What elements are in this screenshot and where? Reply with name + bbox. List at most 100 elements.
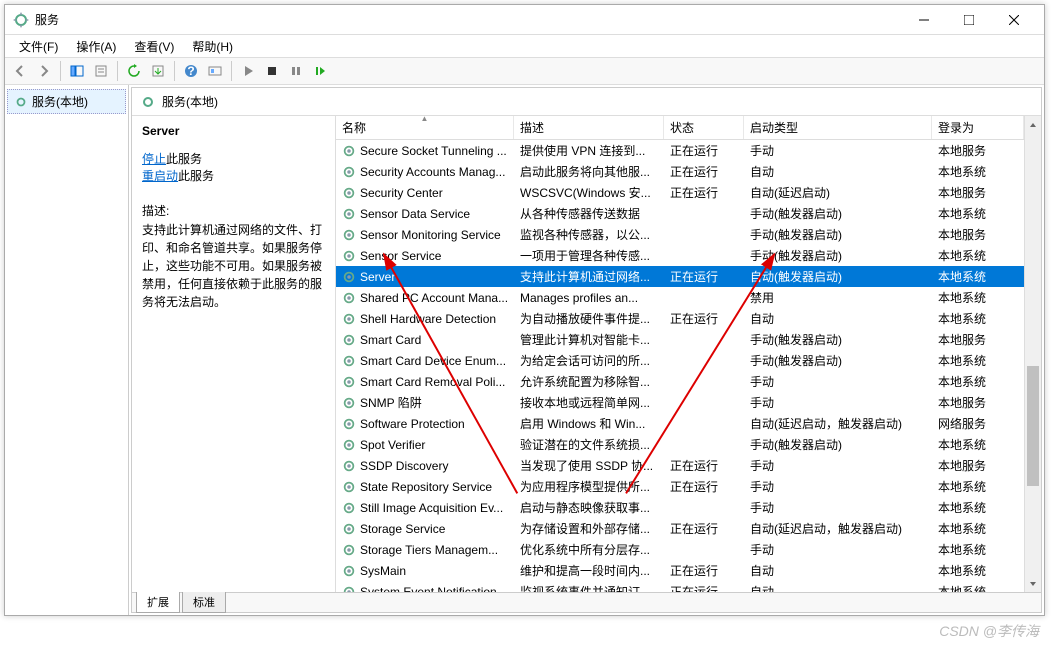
service-row[interactable]: Still Image Acquisition Ev...启动与静态映像获取事.… <box>336 497 1024 518</box>
sort-indicator-icon: ▲ <box>421 116 429 123</box>
cell-logon: 本地系统 <box>932 161 1024 182</box>
scroll-up-button[interactable] <box>1025 116 1041 133</box>
service-row[interactable]: Software Protection启用 Windows 和 Win...自动… <box>336 413 1024 434</box>
column-status[interactable]: 状态 <box>664 116 744 139</box>
cell-logon: 本地系统 <box>932 518 1024 539</box>
close-button[interactable] <box>991 6 1036 34</box>
service-row[interactable]: Server支持此计算机通过网络...正在运行自动(触发器启动)本地系统 <box>336 266 1024 287</box>
service-row[interactable]: Storage Tiers Managem...优化系统中所有分层存...手动本… <box>336 539 1024 560</box>
tree-root-services-local[interactable]: 服务(本地) <box>7 89 126 114</box>
cell-startup-type: 手动(触发器启动) <box>744 224 932 245</box>
cell-startup-type: 手动(触发器启动) <box>744 245 932 266</box>
stop-service-button[interactable] <box>261 60 283 82</box>
menu-help[interactable]: 帮助(H) <box>184 36 241 57</box>
service-row[interactable]: Spot Verifier验证潜在的文件系统损...手动(触发器启动)本地系统 <box>336 434 1024 455</box>
service-row[interactable]: State Repository Service为应用程序模型提供所...正在运… <box>336 476 1024 497</box>
service-row[interactable]: Smart Card Device Enum...为给定会话可访问的所...手动… <box>336 350 1024 371</box>
maximize-button[interactable] <box>946 6 991 34</box>
cell-status <box>664 422 744 426</box>
cell-status <box>664 233 744 237</box>
vertical-scrollbar[interactable] <box>1024 116 1041 592</box>
cell-name: Storage Tiers Managem... <box>336 541 514 559</box>
forward-button[interactable] <box>33 60 55 82</box>
view-tabs: 扩展 标准 <box>132 592 1041 612</box>
cell-logon: 本地系统 <box>932 245 1024 266</box>
service-row[interactable]: System Event Notification...监视系统事件并通知订..… <box>336 581 1024 592</box>
cell-logon: 本地服务 <box>932 455 1024 476</box>
service-row[interactable]: Secure Socket Tunneling ...提供使用 VPN 连接到.… <box>336 140 1024 161</box>
service-row[interactable]: Security CenterWSCSVC(Windows 安...正在运行自动… <box>336 182 1024 203</box>
column-logon-as[interactable]: 登录为 <box>932 116 1024 139</box>
cell-name: Storage Service <box>336 520 514 538</box>
cell-description: 维护和提高一段时间内... <box>514 560 664 581</box>
svg-text:?: ? <box>187 64 194 78</box>
cell-description: 监视系统事件并通知订... <box>514 581 664 592</box>
cell-description: 当发现了使用 SSDP 协... <box>514 455 664 476</box>
menu-view[interactable]: 查看(V) <box>126 36 182 57</box>
cell-logon: 本地系统 <box>932 539 1024 560</box>
tab-extended[interactable]: 扩展 <box>136 592 180 613</box>
selected-service-name: Server <box>142 124 325 138</box>
tree-pane: 服务(本地) <box>5 85 129 615</box>
cell-logon: 本地服务 <box>932 182 1024 203</box>
cell-logon: 网络服务 <box>932 413 1024 434</box>
cell-startup-type: 自动(延迟启动，触发器启动) <box>744 518 932 539</box>
service-row[interactable]: Storage Service为存储设置和外部存储...正在运行自动(延迟启动，… <box>336 518 1024 539</box>
cell-startup-type: 手动(触发器启动) <box>744 350 932 371</box>
cell-description: 验证潜在的文件系统损... <box>514 434 664 455</box>
service-row[interactable]: Security Accounts Manag...启动此服务将向其他服...正… <box>336 161 1024 182</box>
service-row[interactable]: SysMain维护和提高一段时间内...正在运行自动本地系统 <box>336 560 1024 581</box>
cell-startup-type: 手动 <box>744 371 932 392</box>
cell-logon: 本地服务 <box>932 140 1024 161</box>
cell-description: 监视各种传感器，以公... <box>514 224 664 245</box>
tab-standard[interactable]: 标准 <box>182 592 226 613</box>
cell-name: Sensor Service <box>336 247 514 265</box>
cell-logon: 本地系统 <box>932 434 1024 455</box>
service-row[interactable]: Shared PC Account Mana...Manages profile… <box>336 287 1024 308</box>
scrollbar-thumb[interactable] <box>1027 366 1039 486</box>
help-button[interactable]: ? <box>180 60 202 82</box>
cell-status: 正在运行 <box>664 560 744 581</box>
menu-file[interactable]: 文件(F) <box>11 36 66 57</box>
minimize-button[interactable] <box>901 6 946 34</box>
export-button[interactable] <box>147 60 169 82</box>
stop-service-link[interactable]: 停止 <box>142 152 166 166</box>
service-row[interactable]: Sensor Data Service从各种传感器传送数据手动(触发器启动)本地… <box>336 203 1024 224</box>
service-row[interactable]: Shell Hardware Detection为自动播放硬件事件提...正在运… <box>336 308 1024 329</box>
start-service-button[interactable] <box>237 60 259 82</box>
cell-name: Smart Card Device Enum... <box>336 352 514 370</box>
cell-logon: 本地系统 <box>932 350 1024 371</box>
column-startup-type[interactable]: 启动类型 <box>744 116 932 139</box>
services-list[interactable]: 名称▲ 描述 状态 启动类型 登录为 Secure Socket Tunneli… <box>336 116 1024 592</box>
show-hide-tree-button[interactable] <box>66 60 88 82</box>
cell-description: 为存储设置和外部存储... <box>514 518 664 539</box>
cell-status <box>664 359 744 363</box>
service-row[interactable]: SSDP Discovery当发现了使用 SSDP 协...正在运行手动本地服务 <box>336 455 1024 476</box>
refresh-button[interactable] <box>123 60 145 82</box>
cell-startup-type: 自动 <box>744 308 932 329</box>
cell-description: 为应用程序模型提供所... <box>514 476 664 497</box>
service-row[interactable]: SNMP 陷阱接收本地或远程简单网...手动本地服务 <box>336 392 1024 413</box>
service-row[interactable]: Smart Card管理此计算机对智能卡...手动(触发器启动)本地服务 <box>336 329 1024 350</box>
properties-button[interactable] <box>90 60 112 82</box>
toolbar-icon[interactable] <box>204 60 226 82</box>
column-name[interactable]: 名称▲ <box>336 116 514 139</box>
pause-service-button[interactable] <box>285 60 307 82</box>
cell-startup-type: 禁用 <box>744 287 932 308</box>
menu-action[interactable]: 操作(A) <box>68 36 124 57</box>
back-button[interactable] <box>9 60 31 82</box>
titlebar[interactable]: 服务 <box>5 5 1044 35</box>
cell-status: 正在运行 <box>664 140 744 161</box>
services-app-icon <box>13 12 29 28</box>
service-row[interactable]: Sensor Service一项用于管理各种传感...手动(触发器启动)本地系统 <box>336 245 1024 266</box>
cell-status <box>664 296 744 300</box>
column-description[interactable]: 描述 <box>514 116 664 139</box>
service-row[interactable]: Smart Card Removal Poli...允许系统配置为移除智...手… <box>336 371 1024 392</box>
cell-name: Security Center <box>336 184 514 202</box>
cell-name: SSDP Discovery <box>336 457 514 475</box>
service-row[interactable]: Sensor Monitoring Service监视各种传感器，以公...手动… <box>336 224 1024 245</box>
restart-service-button[interactable] <box>309 60 331 82</box>
cell-status <box>664 254 744 258</box>
restart-service-link[interactable]: 重启动 <box>142 169 178 183</box>
scroll-down-button[interactable] <box>1025 575 1041 592</box>
